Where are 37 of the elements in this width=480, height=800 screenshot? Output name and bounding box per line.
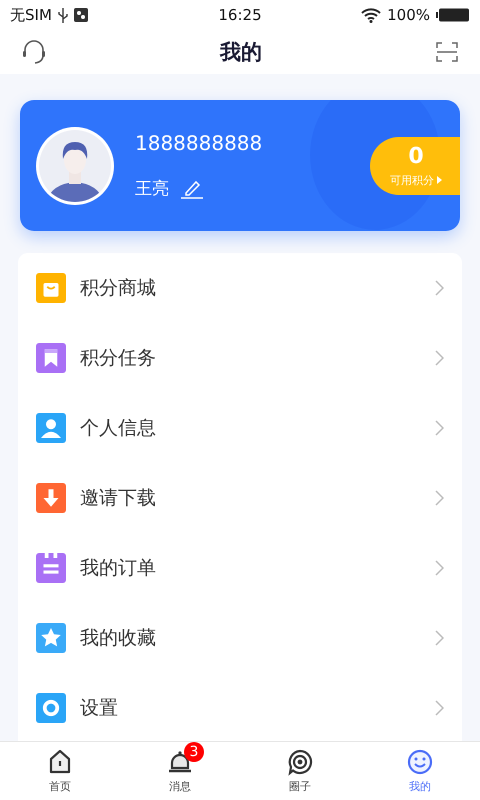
tab-item[interactable]: 圈子	[240, 742, 360, 800]
tab-icon	[406, 748, 434, 776]
menu-item[interactable]: 积分商城	[18, 253, 462, 323]
caret-icon	[437, 176, 442, 184]
carrier-text: 无SIM	[10, 6, 52, 24]
chevron-icon	[435, 280, 444, 296]
battery-percent: 100%	[387, 6, 430, 24]
points-label: 可用积分	[390, 172, 434, 188]
menu-item[interactable]: 邀请下载	[18, 463, 462, 533]
phone-number: 1888888888	[135, 131, 264, 155]
tab-item[interactable]: 我的	[360, 742, 480, 800]
chevron-icon	[435, 490, 444, 506]
battery-icon	[436, 8, 470, 22]
menu-item[interactable]: 积分任务	[18, 323, 462, 393]
menu-item[interactable]: 我的收藏	[18, 603, 462, 673]
tab-item[interactable]: 3 消息	[120, 742, 240, 800]
chevron-icon	[435, 700, 444, 716]
tab-item[interactable]: 首页	[0, 742, 120, 800]
chevron-icon	[435, 630, 444, 646]
points-value: 0	[408, 144, 424, 168]
user-name: 王亮	[135, 178, 169, 200]
page-title: 我的	[220, 39, 262, 66]
scan-icon[interactable]	[436, 42, 458, 62]
clock-text: 16:25	[218, 6, 262, 24]
unread-badge: 3	[184, 742, 204, 762]
chevron-icon	[435, 420, 444, 436]
menu-item[interactable]: 我的订单	[18, 533, 462, 603]
chevron-icon	[435, 350, 444, 366]
menu-item[interactable]: 个人信息	[18, 393, 462, 463]
wifi-icon	[361, 8, 382, 22]
tab-icon	[286, 748, 314, 776]
menu-item[interactable]: 设置	[18, 673, 462, 741]
edit-icon[interactable]	[181, 178, 203, 198]
usb-icon	[58, 8, 68, 22]
headset-icon[interactable]	[22, 39, 46, 65]
notification-icon	[74, 8, 88, 22]
chevron-icon	[435, 560, 444, 576]
